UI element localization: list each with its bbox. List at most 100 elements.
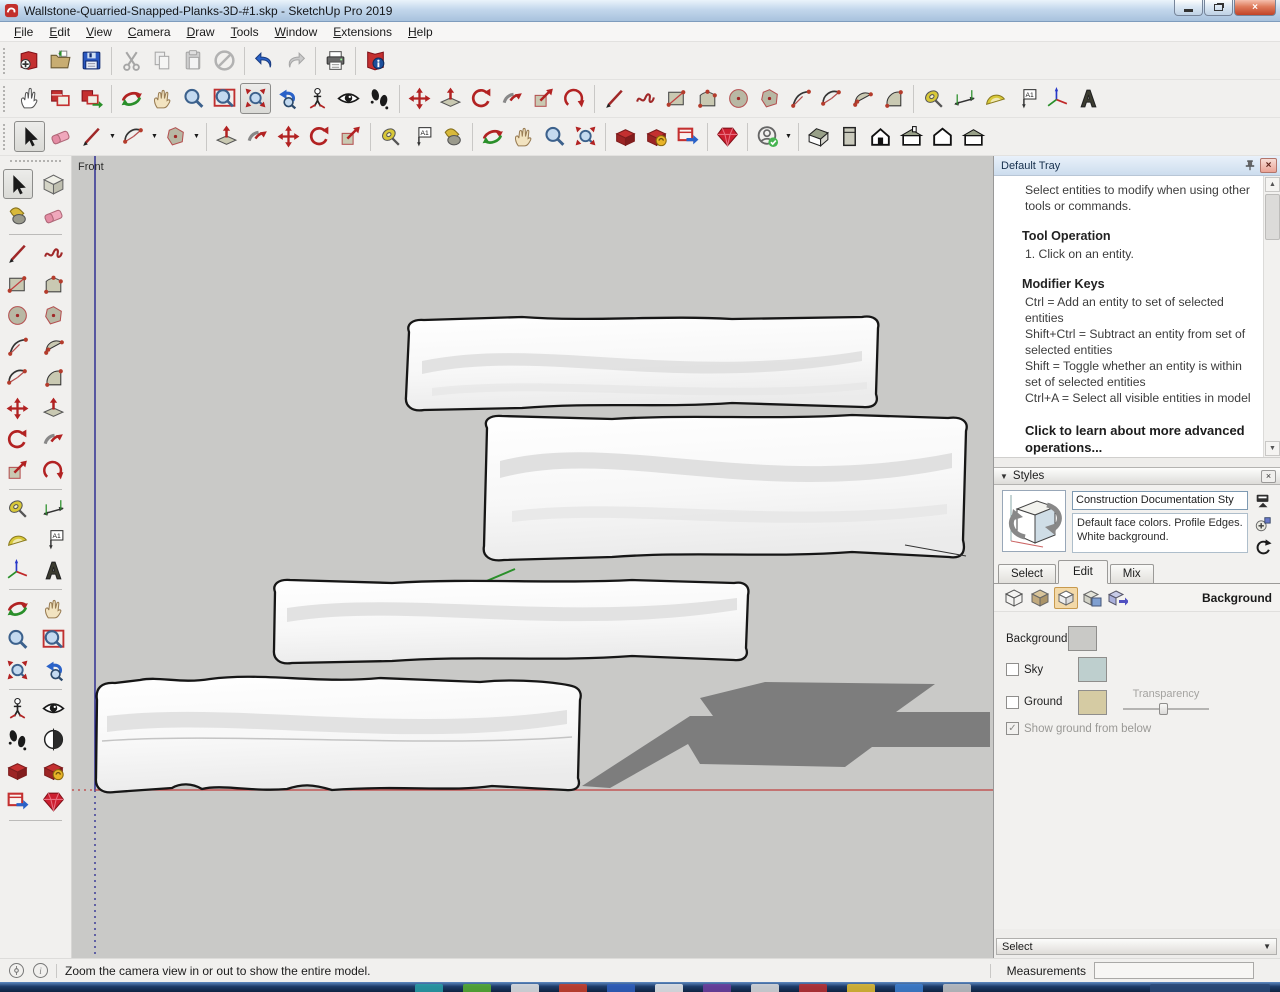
menu-window[interactable]: Window	[267, 23, 326, 41]
expand-arrow-icon[interactable]: ▼	[1263, 942, 1271, 951]
instructor-scrollbar[interactable]: ▲ ▼	[1263, 176, 1280, 457]
tool-follow-me-button[interactable]	[497, 83, 528, 114]
taskbar-app-icon[interactable]	[799, 984, 827, 992]
plank-4[interactable]	[96, 677, 581, 793]
tool-zoom-button[interactable]	[178, 83, 209, 114]
tray-close-icon[interactable]: ×	[1260, 158, 1277, 173]
tool-back-view-button[interactable]	[896, 121, 927, 152]
tool-print-button[interactable]	[320, 45, 351, 76]
maximize-button[interactable]	[1204, 0, 1233, 16]
tool-text-button[interactable]: A1	[1011, 83, 1042, 114]
tool-pan-button[interactable]	[147, 83, 178, 114]
pin-icon[interactable]	[1241, 158, 1258, 173]
two-point-arc-dropdown-arrow[interactable]: ▼	[149, 121, 160, 152]
tool-3d-text-button[interactable]	[39, 555, 69, 585]
tool-two-point-arc-button[interactable]	[3, 362, 33, 392]
tool-zoom-previous-button[interactable]	[271, 83, 302, 114]
tool-sign-in-button[interactable]	[752, 121, 783, 152]
close-button[interactable]: ×	[1234, 0, 1276, 16]
tool-orbit-button[interactable]	[3, 593, 33, 623]
tool-push-pull-button[interactable]	[435, 83, 466, 114]
style-description[interactable]: Default face colors. Profile Edges. Whit…	[1072, 513, 1248, 553]
tool-dimension-button[interactable]	[39, 493, 69, 523]
tool-make-component-button[interactable]	[39, 169, 69, 199]
tool-walk-button[interactable]	[364, 83, 395, 114]
tool-paste-button[interactable]	[178, 45, 209, 76]
tray-header[interactable]: Default Tray ×	[994, 156, 1280, 176]
tool-left-view-button[interactable]	[927, 121, 958, 152]
tool-share-model-button[interactable]	[39, 755, 69, 785]
styles-panel-header[interactable]: ▼ Styles ×	[994, 467, 1280, 485]
transparency-slider[interactable]	[1121, 702, 1211, 716]
taskbar-app-icon[interactable]	[847, 984, 875, 992]
menu-edit[interactable]: Edit	[41, 23, 78, 41]
toolbar-grip[interactable]	[3, 124, 9, 150]
info-icon[interactable]: i	[33, 963, 48, 978]
plank-3[interactable]	[274, 580, 749, 664]
sky-checkbox[interactable]	[1006, 663, 1019, 676]
minimize-button[interactable]	[1174, 0, 1203, 16]
tool-line-button[interactable]	[76, 121, 107, 152]
tool-line-button[interactable]	[599, 83, 630, 114]
tool-component-red-2-button[interactable]	[76, 83, 107, 114]
tool-copy-button[interactable]	[147, 45, 178, 76]
tool-offset-button[interactable]	[559, 83, 590, 114]
tool-two-point-arc-button[interactable]	[118, 121, 149, 152]
tool-zoom-button[interactable]	[539, 121, 570, 152]
tool-polygon-button[interactable]	[754, 83, 785, 114]
tool-pie-button[interactable]	[39, 331, 69, 361]
tool-hand-button[interactable]	[14, 83, 45, 114]
menu-file[interactable]: File	[6, 23, 41, 41]
tool-tape-measure-button[interactable]	[375, 121, 406, 152]
tool-component-red-button[interactable]	[45, 83, 76, 114]
instructor-advanced-link[interactable]: Click to learn about more advanced opera…	[1025, 422, 1253, 456]
tool-open-button[interactable]	[45, 45, 76, 76]
model-viewport[interactable]	[72, 156, 993, 958]
menu-help[interactable]: Help	[400, 23, 441, 41]
tool-arc-button[interactable]	[785, 83, 816, 114]
menu-tools[interactable]: Tools	[223, 23, 267, 41]
tool-walk-button[interactable]	[3, 724, 33, 754]
tool-follow-me-button[interactable]	[39, 424, 69, 454]
create-style-icon[interactable]	[1253, 514, 1273, 533]
tool-protractor-button[interactable]	[3, 524, 33, 554]
tool-sector-button[interactable]	[878, 83, 909, 114]
modeling-settings-icon[interactable]	[1106, 587, 1130, 609]
tool-share-component-button[interactable]	[3, 786, 33, 816]
tool-sector-button[interactable]	[39, 362, 69, 392]
sign-in-dropdown-arrow[interactable]: ▼	[783, 121, 794, 152]
menu-view[interactable]: View	[78, 23, 120, 41]
tool-push-pull-button[interactable]	[211, 121, 242, 152]
ground-swatch[interactable]	[1078, 690, 1107, 715]
taskbar-app-icon[interactable]	[895, 984, 923, 992]
menu-camera[interactable]: Camera	[120, 23, 179, 41]
tool-pie-button[interactable]	[847, 83, 878, 114]
style-name-input[interactable]	[1072, 491, 1248, 510]
tool-circle-button[interactable]	[3, 300, 33, 330]
tool-two-point-arc-button[interactable]	[816, 83, 847, 114]
tool-zoom-button[interactable]	[3, 624, 33, 654]
face-settings-icon[interactable]	[1028, 587, 1052, 609]
edge-settings-icon[interactable]	[1002, 587, 1026, 609]
tool-scale-button[interactable]	[3, 455, 33, 485]
windows-taskbar[interactable]	[0, 982, 1280, 992]
tool-pan-button[interactable]	[508, 121, 539, 152]
tool-rectangle-button[interactable]	[3, 269, 33, 299]
tool-select-button[interactable]	[3, 169, 33, 199]
tool-3d-warehouse-button[interactable]	[610, 121, 641, 152]
taskbar-app-icon[interactable]	[655, 984, 683, 992]
background-swatch[interactable]	[1068, 626, 1097, 651]
taskbar-app-icon[interactable]	[511, 984, 539, 992]
update-style-icon[interactable]	[1253, 537, 1273, 556]
tool-eraser-button[interactable]	[39, 200, 69, 230]
polygon-dropdown-arrow[interactable]: ▼	[191, 121, 202, 152]
tool-axes-button[interactable]	[1042, 83, 1073, 114]
tool-cut-button[interactable]	[116, 45, 147, 76]
tool-model-info-button[interactable]	[360, 45, 391, 76]
tool-rotate-button[interactable]	[3, 424, 33, 454]
scrollbar-thumb[interactable]	[1265, 194, 1280, 240]
tool-rotated-rectangle-button[interactable]	[39, 269, 69, 299]
tool-front-view-button[interactable]	[865, 121, 896, 152]
watermark-settings-icon[interactable]	[1080, 587, 1104, 609]
select-panel-bar[interactable]: Select ▼	[996, 938, 1277, 955]
